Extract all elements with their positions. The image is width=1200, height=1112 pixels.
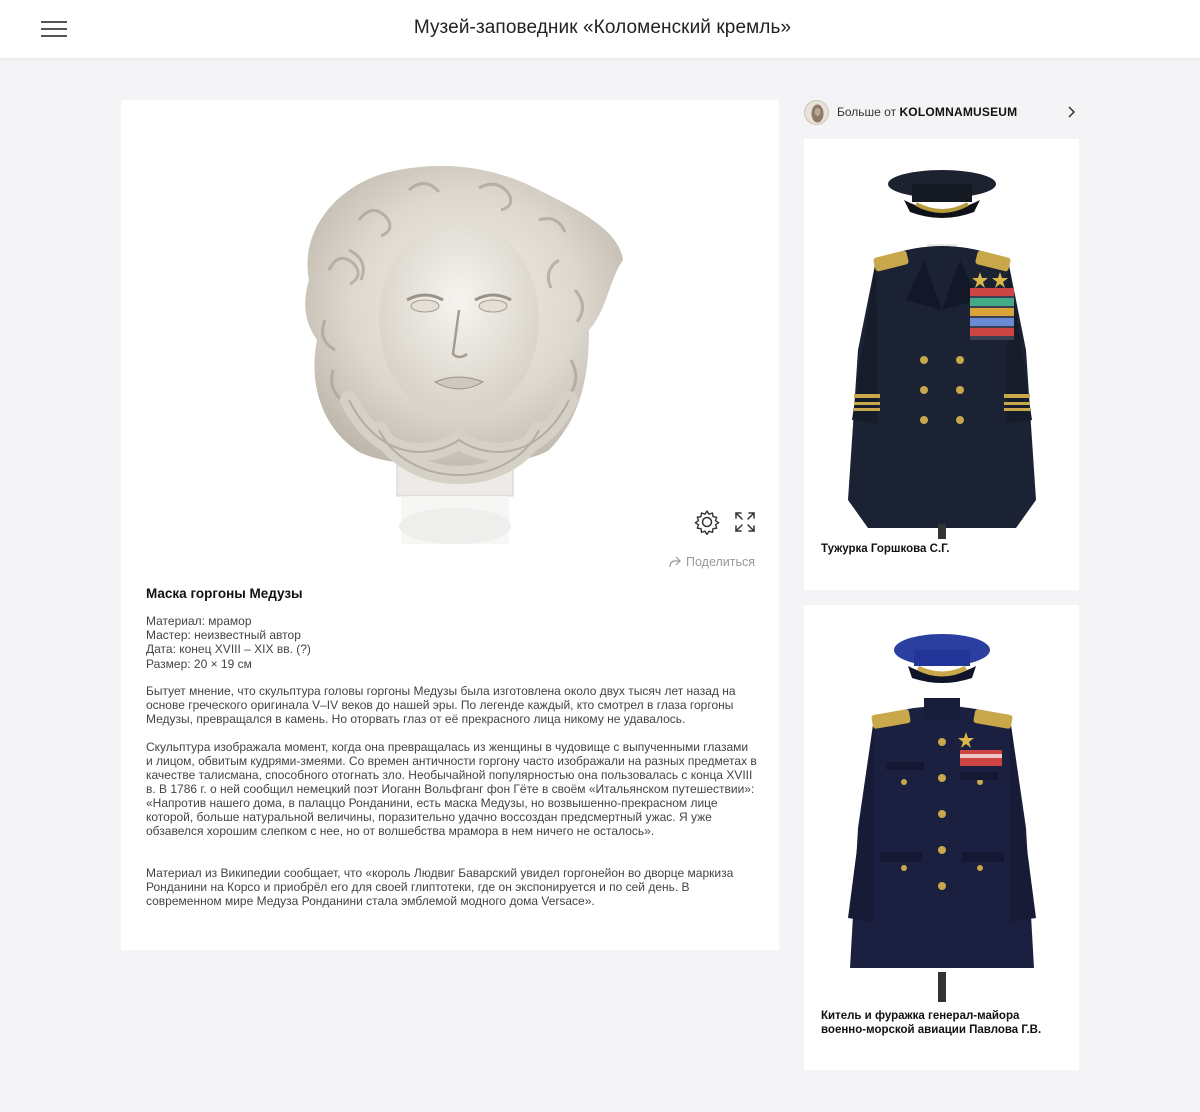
related-item-image[interactable]: [824, 632, 1059, 1002]
more-from-prefix: Больше от: [837, 105, 897, 119]
medusa-mask-image[interactable]: [289, 160, 629, 550]
item-specs: Материал: мрамор Мастер: неизвестный авт…: [146, 614, 311, 671]
org-avatar: [804, 100, 829, 125]
more-from-text: Больше от KOLOMNAMUSEUM: [837, 105, 1017, 119]
related-item-image[interactable]: [824, 164, 1059, 539]
spec-size: Размер: 20 × 19 см: [146, 656, 252, 671]
spec-material: Материал: мрамор: [146, 614, 252, 628]
share-arrow-icon: [669, 556, 681, 568]
description-paragraph: Скульптура изображала момент, когда она …: [146, 740, 757, 838]
related-item-caption: Тужурка Горшкова С.Г.: [821, 543, 950, 555]
site-title[interactable]: Музей-заповедник «Коломенский кремль»: [0, 17, 1200, 39]
item-title: Маска горгоны Медузы: [146, 586, 303, 601]
description-paragraph: Бытует мнение, что скульптура головы гор…: [146, 684, 736, 726]
chevron-right-icon[interactable]: [1066, 105, 1076, 119]
related-item-card[interactable]: Тужурка Горшкова С.Г.: [804, 139, 1079, 590]
more-from-org: KOLOMNAMUSEUM: [899, 105, 1018, 119]
related-item-card[interactable]: Китель и фуражка генерал-майора военно-м…: [804, 605, 1079, 1070]
viewer-toolbar: [693, 508, 759, 536]
top-header: Музей-заповедник «Коломенский кремль»: [0, 0, 1200, 58]
spec-author: Мастер: неизвестный автор: [146, 628, 301, 643]
spec-date: Дата: конец XVIII – XIX вв. (?): [146, 642, 311, 657]
fullscreen-icon[interactable]: [731, 508, 759, 536]
related-item-caption: Китель и фуражка генерал-майора военно-м…: [821, 1010, 1042, 1036]
item-card: Поделиться Маска горгоны Медузы Материал…: [121, 100, 779, 950]
share-button[interactable]: Поделиться: [669, 555, 755, 569]
gear-icon[interactable]: [693, 508, 721, 536]
share-label: Поделиться: [686, 555, 756, 569]
more-from-link[interactable]: Больше от KOLOMNAMUSEUM: [804, 99, 1080, 126]
description-paragraph: Материал из Википедии сообщает, что «кор…: [146, 866, 734, 908]
